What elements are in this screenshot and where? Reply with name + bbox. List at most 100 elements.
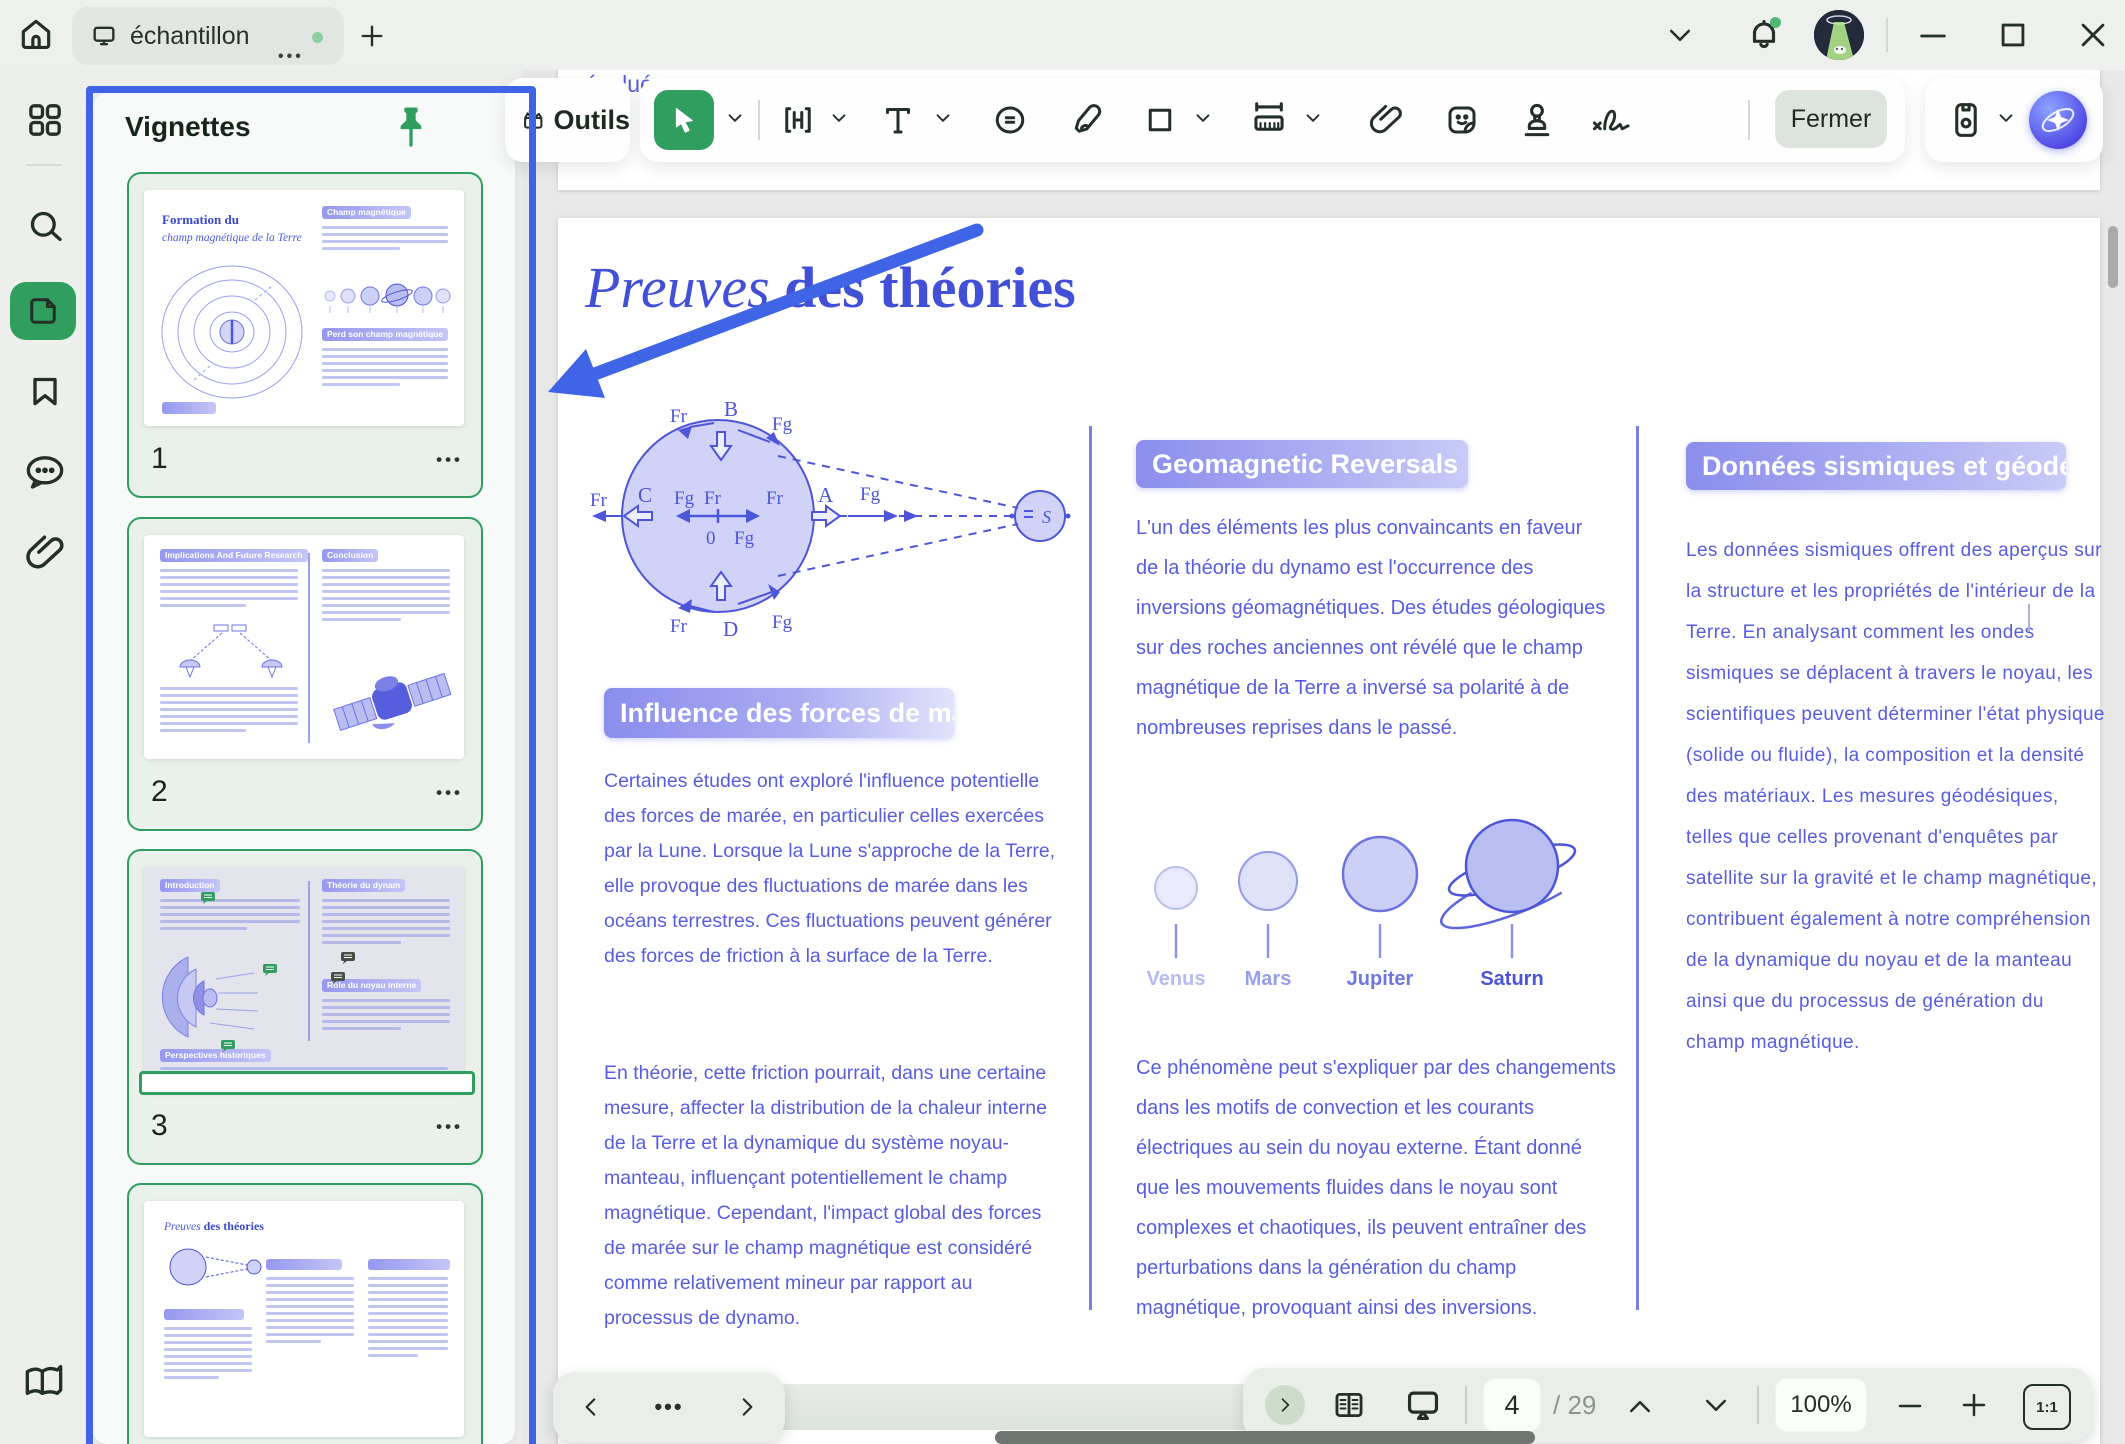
thumbnail-page-3[interactable]: Introduction Perspectives historiques Th… bbox=[144, 867, 464, 1093]
bookmark-icon[interactable] bbox=[25, 372, 65, 412]
highlighter-tool-icon[interactable] bbox=[1068, 102, 1104, 138]
rail-divider bbox=[26, 164, 62, 166]
titlebar-chevron-down-icon[interactable] bbox=[1665, 24, 1695, 48]
zoom-in-icon[interactable] bbox=[1959, 1390, 1989, 1420]
thumbnail-card-4[interactable]: Preuves des théories 4 ••• bbox=[127, 1183, 483, 1444]
thumb2-heading-1: Implications And Future Research bbox=[160, 549, 308, 562]
save-icon[interactable] bbox=[1947, 100, 1985, 140]
avatar[interactable] bbox=[1814, 10, 1864, 60]
thumbnail-card-1[interactable]: Formation du champ magnétique de la Terr… bbox=[127, 172, 483, 498]
column-divider-1 bbox=[1089, 426, 1092, 1310]
thumb1-planet-row bbox=[322, 282, 452, 316]
minimize-icon[interactable] bbox=[1916, 24, 1950, 48]
comments-icon[interactable] bbox=[23, 452, 67, 492]
thumbnail-card-2[interactable]: Implications And Future Research Conclus… bbox=[127, 517, 483, 831]
maximize-icon[interactable] bbox=[1996, 18, 2030, 52]
thumbnail-page-2[interactable]: Implications And Future Research Conclus… bbox=[144, 535, 464, 759]
stamp-tool-icon[interactable] bbox=[1518, 100, 1556, 140]
thumbnail-card-3[interactable]: Introduction Perspectives historiques Th… bbox=[127, 849, 483, 1165]
actual-size-label: 1:1 bbox=[2036, 1399, 2058, 1416]
thumb4-chip-1 bbox=[164, 1309, 244, 1320]
page-4[interactable]: Preuves des théories bbox=[558, 218, 2100, 1444]
nav-dots[interactable]: ••• bbox=[654, 1394, 683, 1420]
document-viewport[interactable]: de théories plus avancés, notre compréhe… bbox=[522, 0, 2125, 1444]
grid-view-icon[interactable] bbox=[25, 100, 65, 140]
signature-tool-icon[interactable] bbox=[1590, 102, 1634, 138]
shape-tool-chevron-icon[interactable] bbox=[1192, 110, 1214, 128]
thumb3-core-diagram bbox=[158, 949, 278, 1045]
status-divider-1 bbox=[1465, 1386, 1467, 1424]
thumb4-lines-3 bbox=[368, 1277, 448, 1361]
tidal-forces-diagram[interactable]: Fr C Fg Fr Fr A Fg 0 Fg B Fr Fg Fr D Fg … bbox=[578, 396, 1093, 641]
text-tool-icon[interactable] bbox=[880, 102, 916, 138]
thumbnail-page-4[interactable]: Preuves des théories bbox=[144, 1201, 464, 1437]
search-icon[interactable] bbox=[25, 206, 65, 246]
pin-icon[interactable] bbox=[391, 103, 431, 147]
presentation-mode-icon[interactable] bbox=[1403, 1386, 1443, 1424]
svg-text:D: D bbox=[723, 617, 738, 641]
thumbnail-menu-1[interactable]: ••• bbox=[436, 450, 463, 470]
thumb2-lines-1 bbox=[160, 569, 298, 611]
app-window: de théories plus avancés, notre compréhe… bbox=[0, 0, 2125, 1444]
attachments-icon[interactable] bbox=[24, 532, 66, 574]
col2-paragraph-1[interactable]: L'un des éléments les plus convaincants … bbox=[1136, 508, 1608, 748]
zoom-input[interactable]: 100% bbox=[1775, 1378, 1867, 1432]
select-tool-chevron-icon[interactable] bbox=[724, 110, 746, 128]
read-mode-icon[interactable] bbox=[22, 1360, 66, 1400]
page-number-input[interactable]: 4 bbox=[1483, 1378, 1541, 1432]
new-tab-plus-icon[interactable] bbox=[358, 22, 386, 50]
ai-assistant-button[interactable] bbox=[2029, 91, 2087, 149]
sticker-tool-icon[interactable] bbox=[1444, 102, 1480, 138]
attach-tool-icon[interactable] bbox=[1368, 102, 1404, 138]
svg-text:Fg: Fg bbox=[860, 484, 881, 505]
heading-geomagnetic-reversals[interactable]: Geomagnetic Reversals bbox=[1136, 440, 1468, 488]
nav-next-icon[interactable] bbox=[734, 1394, 760, 1420]
thumb1-chip-1: Champ magnétique bbox=[322, 206, 411, 219]
measure-tool-chevron-icon[interactable] bbox=[1302, 110, 1324, 128]
col2-paragraph-2[interactable]: Ce phénomène peut s'expliquer par des ch… bbox=[1136, 1048, 1616, 1328]
comment-tool-icon[interactable] bbox=[992, 102, 1028, 138]
thumb3-comment-icon-4 bbox=[330, 971, 346, 985]
home-icon[interactable] bbox=[17, 15, 55, 53]
two-page-view-icon[interactable] bbox=[1331, 1388, 1367, 1422]
col1-paragraph-2[interactable]: En théorie, cette friction pourrait, dan… bbox=[604, 1056, 1066, 1336]
main-toolbar: Fermer bbox=[640, 78, 1905, 162]
col3-paragraph-1[interactable]: Les données sismiques offrent des aperçu… bbox=[1686, 530, 2106, 1063]
tools-panel[interactable]: Outils bbox=[505, 78, 630, 162]
zoom-out-icon[interactable] bbox=[1895, 1398, 1925, 1414]
svg-text:Fr: Fr bbox=[766, 488, 784, 509]
fermer-button[interactable]: Fermer bbox=[1775, 90, 1887, 148]
heading-tool-chevron-icon[interactable] bbox=[828, 110, 850, 128]
thumb1-title-bold: Formation du bbox=[162, 212, 239, 228]
close-icon[interactable] bbox=[2076, 18, 2110, 52]
heading-tool-icon[interactable] bbox=[780, 102, 816, 138]
thumbnail-page-1[interactable]: Formation du champ magnétique de la Terr… bbox=[144, 190, 464, 426]
sidebar-handle-dots[interactable]: ••• bbox=[278, 48, 304, 66]
notification-bell[interactable] bbox=[1745, 16, 1783, 54]
shape-tool-icon[interactable] bbox=[1142, 102, 1178, 138]
planet-size-figure[interactable]: Venus Mars Jupiter Saturn bbox=[1140, 796, 1610, 996]
thumbnail-menu-2[interactable]: ••• bbox=[436, 783, 463, 803]
text-tool-chevron-icon[interactable] bbox=[932, 110, 954, 128]
col1-paragraph-1[interactable]: Certaines études ont exploré l'influence… bbox=[604, 764, 1066, 974]
expand-status-button[interactable] bbox=[1265, 1385, 1305, 1425]
page-title[interactable]: Preuves des théories bbox=[585, 254, 1076, 321]
thumb4-chip-2 bbox=[266, 1259, 342, 1270]
thumbnail-menu-3[interactable]: ••• bbox=[436, 1117, 463, 1137]
page-up-icon[interactable] bbox=[1625, 1394, 1655, 1418]
measure-tool-icon[interactable] bbox=[1250, 100, 1288, 140]
svg-text:A: A bbox=[818, 483, 834, 507]
save-chevron-icon[interactable] bbox=[1995, 110, 2017, 128]
heading-donnees-sismiques[interactable]: Données sismiques et géodé bbox=[1686, 442, 2066, 490]
thumb3-comment-icon-1 bbox=[200, 891, 216, 905]
select-tool-button[interactable] bbox=[654, 90, 714, 150]
actual-size-button[interactable]: 1:1 bbox=[2023, 1384, 2071, 1430]
nav-prev-icon[interactable] bbox=[578, 1394, 604, 1420]
hscrollbar-thumb[interactable] bbox=[995, 1431, 1535, 1444]
planet-label-saturn: Saturn bbox=[1457, 968, 1567, 991]
rail-item-thumbnails-active[interactable] bbox=[10, 282, 76, 340]
thumb3-selection-bar[interactable] bbox=[139, 1071, 475, 1095]
vertical-scrollbar[interactable] bbox=[2108, 226, 2118, 288]
heading-influence-forces[interactable]: Influence des forces de ma bbox=[604, 688, 954, 738]
page-down-icon[interactable] bbox=[1701, 1394, 1731, 1418]
